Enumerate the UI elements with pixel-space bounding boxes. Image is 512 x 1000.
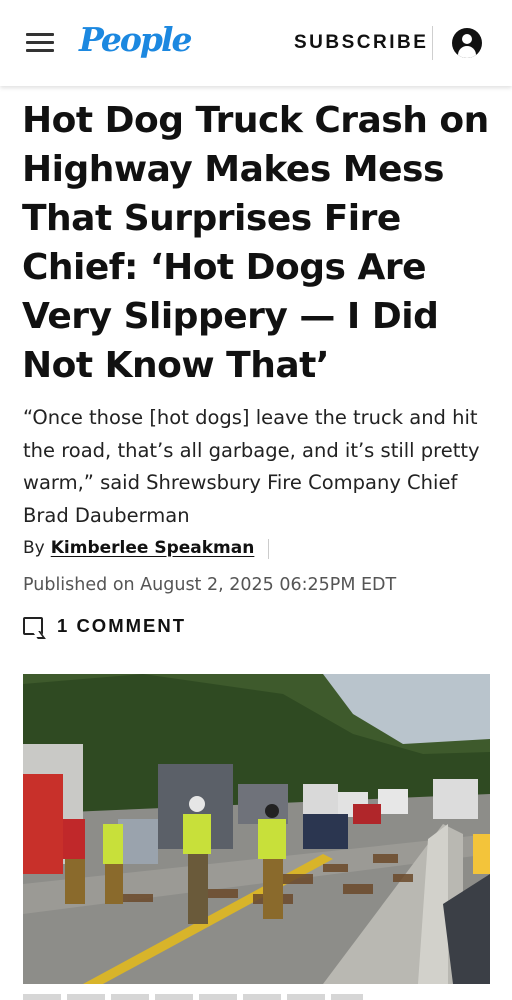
site-header: People SUBSCRIBE — [0, 0, 512, 86]
people-logo[interactable]: People — [79, 20, 193, 59]
byline-divider — [268, 539, 269, 559]
comment-bubble-icon — [23, 617, 46, 639]
comments-link[interactable]: 1 COMMENT — [23, 615, 187, 639]
author-link[interactable]: Kimberlee Speakman — [51, 538, 255, 558]
subscribe-button[interactable]: SUBSCRIBE — [294, 32, 428, 54]
article-hero-image[interactable] — [23, 674, 490, 984]
article-dek: “Once those [hot dogs] leave the truck a… — [23, 406, 480, 527]
hamburger-menu-icon[interactable] — [26, 33, 54, 53]
article-headline: Hot Dog Truck Crash on Highway Makes Mes… — [22, 100, 489, 386]
byline-prefix: By — [23, 538, 45, 558]
comment-count: 1 COMMENT — [57, 615, 187, 636]
user-account-icon[interactable] — [452, 28, 482, 58]
published-date: Published on August 2, 2025 06:25PM EDT — [23, 575, 397, 595]
photo-caption-preview — [23, 994, 363, 1000]
byline: By Kimberlee Speakman — [23, 538, 254, 558]
header-divider — [432, 26, 433, 60]
